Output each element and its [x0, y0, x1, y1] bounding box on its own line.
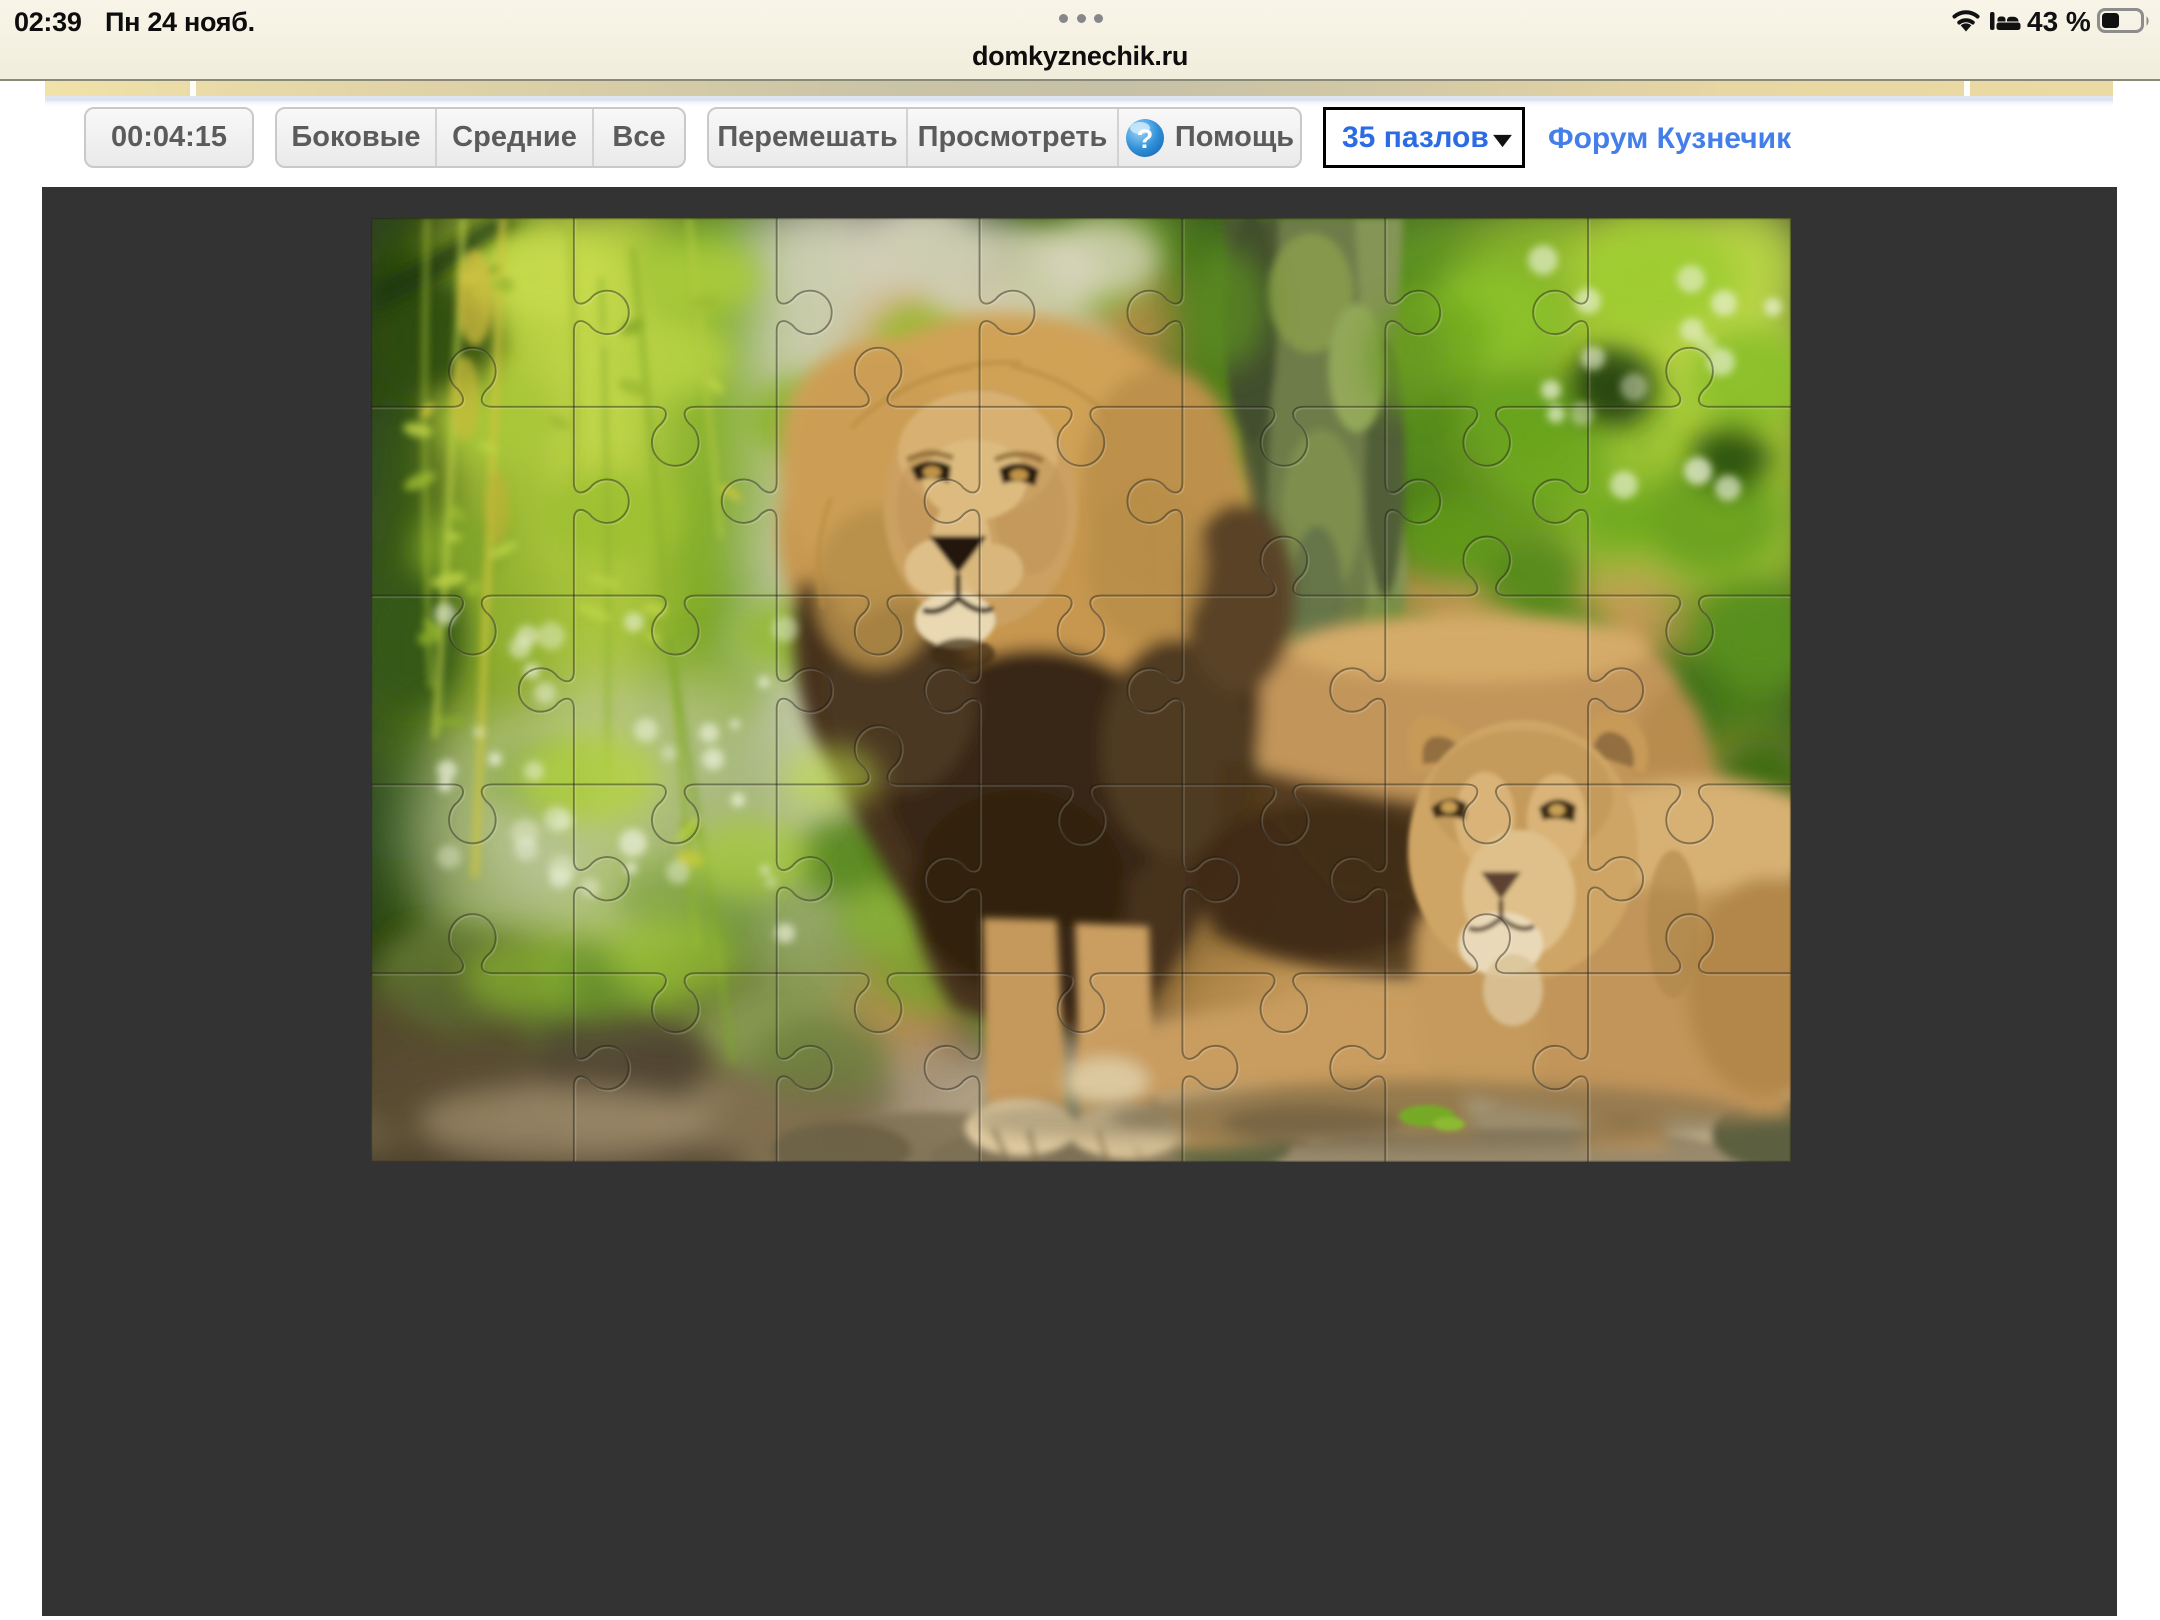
svg-text:43 %: 43 % — [2027, 7, 2091, 35]
svg-text:?: ? — [1137, 124, 1154, 154]
